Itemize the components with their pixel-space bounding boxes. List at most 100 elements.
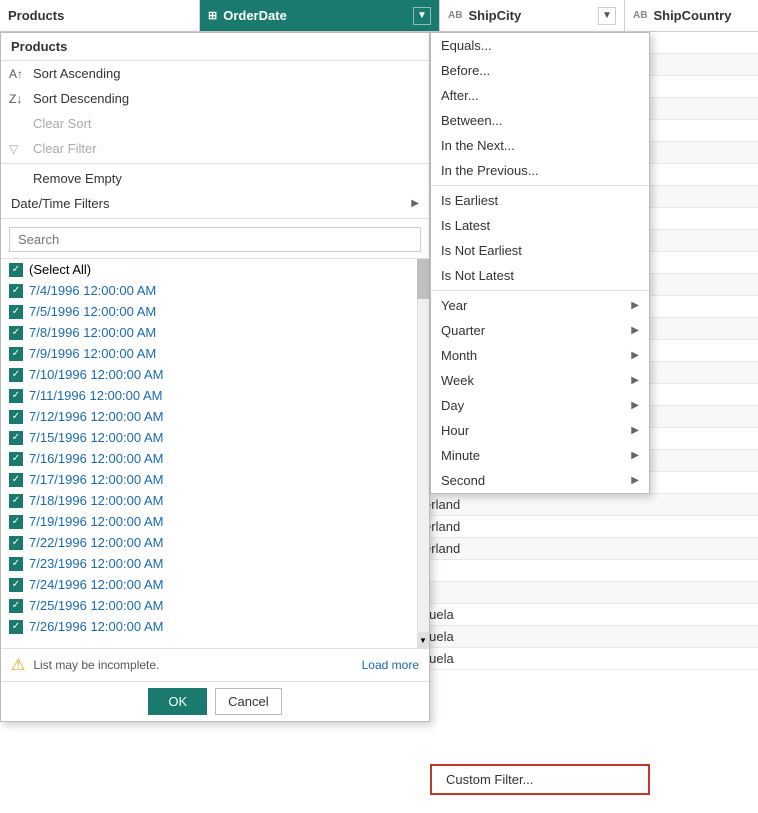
sort-ascending-item[interactable]: A↑ Sort Ascending bbox=[1, 61, 429, 86]
submenu-item[interactable]: Hour▶ bbox=[431, 418, 649, 443]
submenu-panel: Equals...Before...After...Between...In t… bbox=[430, 32, 650, 494]
remove-empty-label: Remove Empty bbox=[33, 171, 122, 186]
date-label: 7/24/1996 12:00:00 AM bbox=[29, 577, 163, 592]
date-checkbox[interactable] bbox=[9, 473, 23, 487]
submenu-item[interactable]: Equals... bbox=[431, 33, 649, 58]
submenu-item-label: Minute bbox=[441, 448, 480, 463]
submenu-item-label: Week bbox=[441, 373, 474, 388]
date-checkbox[interactable] bbox=[9, 326, 23, 340]
submenu-items: Equals...Before...After...Between...In t… bbox=[431, 33, 649, 493]
date-item[interactable]: 7/11/1996 12:00:00 AM bbox=[1, 385, 429, 406]
col-header-orderdate[interactable]: ⊞ OrderDate ▼ bbox=[200, 0, 440, 31]
ok-button[interactable]: OK bbox=[148, 688, 207, 715]
sort-descending-item[interactable]: Z↓ Sort Descending bbox=[1, 86, 429, 111]
date-checkbox[interactable] bbox=[9, 368, 23, 382]
submenu-arrow-icon: ▶ bbox=[631, 425, 639, 436]
submenu-item[interactable]: Between... bbox=[431, 108, 649, 133]
date-checkbox[interactable] bbox=[9, 557, 23, 571]
date-checkbox[interactable] bbox=[9, 494, 23, 508]
checklist[interactable]: (Select All) 7/4/1996 12:00:00 AM 7/5/199… bbox=[1, 259, 429, 649]
select-all-item[interactable]: (Select All) bbox=[1, 259, 429, 280]
col-header-shipcity[interactable]: AB ShipCity ▼ bbox=[440, 0, 625, 31]
submenu-item[interactable]: Second▶ bbox=[431, 468, 649, 493]
date-item[interactable]: 7/17/1996 12:00:00 AM bbox=[1, 469, 429, 490]
clear-sort-item[interactable]: Clear Sort bbox=[1, 111, 429, 136]
date-checkbox[interactable] bbox=[9, 347, 23, 361]
submenu-item[interactable]: Month▶ bbox=[431, 343, 649, 368]
date-checkbox[interactable] bbox=[9, 389, 23, 403]
submenu-separator bbox=[431, 290, 649, 291]
date-checkbox[interactable] bbox=[9, 284, 23, 298]
separator-1 bbox=[1, 163, 429, 164]
date-item[interactable]: 7/8/1996 12:00:00 AM bbox=[1, 322, 429, 343]
scrollbar-thumb[interactable] bbox=[417, 259, 429, 299]
custom-filter-item[interactable]: Custom Filter... bbox=[432, 766, 648, 793]
submenu-item[interactable]: Quarter▶ bbox=[431, 318, 649, 343]
date-checkbox[interactable] bbox=[9, 536, 23, 550]
clear-filter-item[interactable]: ▽ Clear Filter bbox=[1, 136, 429, 161]
orderdate-dropdown-arrow[interactable]: ▼ bbox=[413, 7, 431, 25]
date-label: 7/26/1996 12:00:00 AM bbox=[29, 619, 163, 634]
search-input[interactable] bbox=[9, 227, 421, 252]
date-checkbox[interactable] bbox=[9, 410, 23, 424]
date-checkbox[interactable] bbox=[9, 599, 23, 613]
date-item[interactable]: 7/23/1996 12:00:00 AM bbox=[1, 553, 429, 574]
scrollbar-down[interactable]: ▼ bbox=[417, 632, 429, 648]
products-label: Products bbox=[8, 8, 64, 23]
col-header-shipcountry[interactable]: AB ShipCountry bbox=[625, 0, 758, 31]
date-label: 7/19/1996 12:00:00 AM bbox=[29, 514, 163, 529]
datetime-filters-item[interactable]: Date/Time Filters ▶ bbox=[1, 191, 429, 216]
orderdate-label: OrderDate bbox=[223, 8, 287, 23]
date-item[interactable]: 7/18/1996 12:00:00 AM bbox=[1, 490, 429, 511]
date-checkbox[interactable] bbox=[9, 578, 23, 592]
date-checkbox[interactable] bbox=[9, 620, 23, 634]
sort-asc-icon: A↑ bbox=[9, 67, 23, 81]
submenu-item[interactable]: Minute▶ bbox=[431, 443, 649, 468]
date-checkbox[interactable] bbox=[9, 515, 23, 529]
submenu-item[interactable]: Day▶ bbox=[431, 393, 649, 418]
sort-ascending-label: Sort Ascending bbox=[33, 66, 120, 81]
date-label: 7/8/1996 12:00:00 AM bbox=[29, 325, 156, 340]
submenu-item[interactable]: Is Latest bbox=[431, 213, 649, 238]
submenu-item-label: Before... bbox=[441, 63, 490, 78]
date-item[interactable]: 7/5/1996 12:00:00 AM bbox=[1, 301, 429, 322]
date-item[interactable]: 7/9/1996 12:00:00 AM bbox=[1, 343, 429, 364]
submenu-item[interactable]: Year▶ bbox=[431, 293, 649, 318]
date-item[interactable]: 7/15/1996 12:00:00 AM bbox=[1, 427, 429, 448]
date-item[interactable]: 7/25/1996 12:00:00 AM bbox=[1, 595, 429, 616]
date-item[interactable]: 7/26/1996 12:00:00 AM bbox=[1, 616, 429, 637]
date-item[interactable]: 7/16/1996 12:00:00 AM bbox=[1, 448, 429, 469]
shipcity-label: ShipCity bbox=[468, 8, 521, 23]
submenu-item[interactable]: Is Not Earliest bbox=[431, 238, 649, 263]
submenu-item[interactable]: Week▶ bbox=[431, 368, 649, 393]
date-checkbox[interactable] bbox=[9, 431, 23, 445]
date-checkbox[interactable] bbox=[9, 305, 23, 319]
scrollbar-track[interactable]: ▲ ▼ bbox=[417, 259, 429, 648]
remove-empty-item[interactable]: Remove Empty bbox=[1, 166, 429, 191]
date-checkbox[interactable] bbox=[9, 452, 23, 466]
submenu-item[interactable]: Is Not Latest bbox=[431, 263, 649, 288]
submenu-item[interactable]: Is Earliest bbox=[431, 188, 649, 213]
date-item[interactable]: 7/10/1996 12:00:00 AM bbox=[1, 364, 429, 385]
date-item[interactable]: 7/19/1996 12:00:00 AM bbox=[1, 511, 429, 532]
date-item[interactable]: 7/24/1996 12:00:00 AM bbox=[1, 574, 429, 595]
date-item[interactable]: 7/4/1996 12:00:00 AM bbox=[1, 280, 429, 301]
submenu-item[interactable]: In the Previous... bbox=[431, 158, 649, 183]
date-label: 7/5/1996 12:00:00 AM bbox=[29, 304, 156, 319]
shipcity-dropdown-arrow[interactable]: ▼ bbox=[598, 7, 616, 25]
cancel-button[interactable]: Cancel bbox=[215, 688, 281, 715]
submenu-item[interactable]: After... bbox=[431, 83, 649, 108]
date-item[interactable]: 7/12/1996 12:00:00 AM bbox=[1, 406, 429, 427]
select-all-checkbox[interactable] bbox=[9, 263, 23, 277]
submenu-item-label: Quarter bbox=[441, 323, 485, 338]
submenu-item-label: Is Latest bbox=[441, 218, 490, 233]
date-item[interactable]: 7/22/1996 12:00:00 AM bbox=[1, 532, 429, 553]
submenu-separator bbox=[431, 185, 649, 186]
date-label: 7/4/1996 12:00:00 AM bbox=[29, 283, 156, 298]
date-label: 7/25/1996 12:00:00 AM bbox=[29, 598, 163, 613]
date-label: 7/11/1996 12:00:00 AM bbox=[29, 388, 162, 403]
load-more-link[interactable]: Load more bbox=[362, 658, 419, 672]
submenu-item[interactable]: In the Next... bbox=[431, 133, 649, 158]
submenu-item[interactable]: Before... bbox=[431, 58, 649, 83]
submenu-arrow-icon: ▶ bbox=[631, 350, 639, 361]
